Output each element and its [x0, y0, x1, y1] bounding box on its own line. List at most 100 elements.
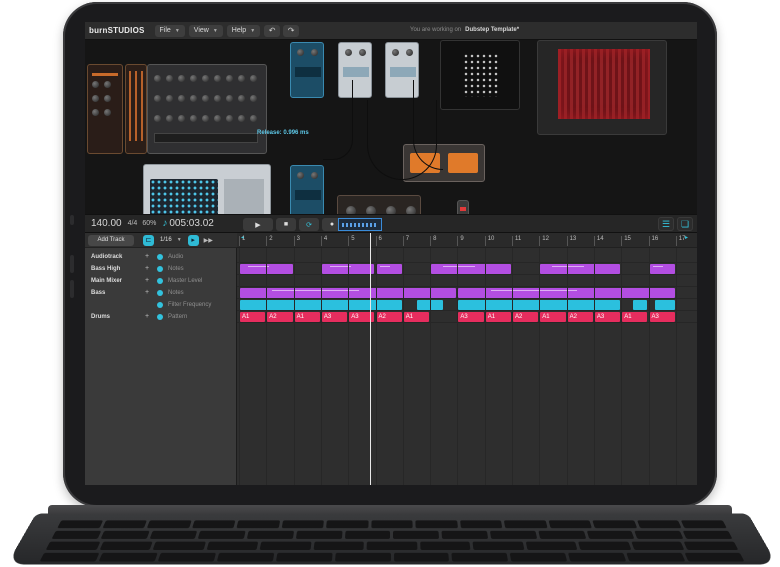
scroll-right-icon[interactable]: ▶▶ [204, 237, 213, 244]
lane-drums[interactable]: A1 A2 A1 A3 A3 A2 A1 A3 A1 A2 A1 A2 A3 A1 A3 [237, 311, 697, 323]
track-row-drums[interactable]: Drums + Pattern [85, 311, 237, 323]
quantize-control[interactable]: ⊏ 1/16 ▼ ▸ [143, 235, 199, 246]
time-display: ♪ 005:03.02 [162, 218, 214, 229]
bar-gridline [266, 248, 267, 485]
keyboard-key [52, 531, 102, 539]
track-row-bass-high[interactable]: Bass High + Notes [85, 263, 237, 275]
notes-clip[interactable] [431, 264, 511, 274]
bar-gridline [676, 248, 677, 485]
note-marker [380, 266, 390, 267]
automation-clip[interactable] [655, 300, 675, 310]
pattern-clip[interactable]: A3 [595, 312, 620, 322]
pattern-clip[interactable]: A2 [513, 312, 538, 322]
track-row-bass[interactable]: Bass + Notes [85, 287, 237, 299]
view-menu[interactable]: View ▼ [189, 25, 223, 37]
bar-number[interactable]: 5 [348, 236, 354, 246]
expand-icon[interactable]: + [143, 277, 151, 285]
expand-icon[interactable]: + [143, 289, 151, 297]
pattern-clip[interactable]: A1 [404, 312, 429, 322]
stop-button[interactable]: ■ [276, 218, 296, 231]
lane-bass-high[interactable] [237, 263, 697, 275]
notes-clip[interactable] [377, 264, 402, 274]
lane-filter[interactable] [237, 299, 697, 311]
stop-icon: ■ [284, 221, 288, 228]
bar-gridline [239, 248, 240, 485]
arrangement-view[interactable]: ◂ ▸ 1 2 3 4 5 6 7 8 9 10 11 12 13 14 15 16 17 A1 A2 A1 A3 A3… [237, 233, 697, 485]
record-icon: ● [330, 221, 334, 228]
pattern-clip[interactable]: A2 [377, 312, 402, 322]
pattern-clip[interactable]: A3 [650, 312, 675, 322]
synth-module[interactable] [125, 64, 147, 154]
bar-number[interactable]: 3 [294, 236, 300, 246]
pattern-clip[interactable]: A1 [622, 312, 647, 322]
file-menu[interactable]: File ▼ [155, 25, 185, 37]
bar-number[interactable]: 9 [457, 236, 463, 246]
pattern-clip[interactable]: A1 [295, 312, 320, 322]
notes-clip[interactable] [540, 264, 620, 274]
bar-number[interactable]: 10 [485, 236, 495, 246]
track-row-bass-filter[interactable]: + Filter Frequency [85, 299, 237, 311]
effect-pedal[interactable] [290, 42, 324, 98]
snap-icon[interactable]: ▸ [188, 235, 199, 246]
expand-icon[interactable]: + [143, 313, 151, 321]
loop-button[interactable]: ⟳ [299, 218, 319, 231]
notes-clip[interactable] [650, 264, 675, 274]
undo-button[interactable]: ↶ [264, 25, 280, 37]
automation-clip[interactable] [633, 300, 647, 310]
effect-pedal[interactable] [290, 165, 324, 214]
eq-module[interactable] [337, 195, 421, 214]
lane-bass-notes[interactable] [237, 287, 697, 299]
help-menu[interactable]: Help ▼ [227, 25, 260, 37]
play-button[interactable]: ▶ [243, 218, 273, 231]
add-track-button[interactable]: Add Track [88, 235, 134, 246]
tempo-display[interactable]: 140.00 [91, 218, 122, 229]
browser-button[interactable]: ❏ [677, 217, 693, 231]
lane-audiotrack[interactable] [237, 251, 697, 263]
bar-number[interactable]: 1 [239, 236, 245, 246]
pattern-clip[interactable]: A3 [458, 312, 483, 322]
fader-module[interactable] [457, 200, 469, 214]
pattern-clip[interactable]: A1 [240, 312, 265, 322]
pattern-clip[interactable]: A1 [486, 312, 511, 322]
time-signature[interactable]: 4/4 [128, 220, 138, 227]
bar-gridline [321, 248, 322, 485]
drum-machine[interactable] [143, 164, 271, 214]
bar-gridline [512, 248, 513, 485]
side-button [70, 215, 74, 225]
bar-number[interactable]: 11 [512, 236, 521, 246]
pattern-clip[interactable]: A2 [267, 312, 292, 322]
keyboard-key [296, 531, 342, 539]
keyboard-key [442, 531, 488, 539]
mixer-button[interactable]: ☰ [658, 217, 674, 231]
expand-icon[interactable]: + [143, 265, 151, 273]
pattern-clip[interactable]: A2 [568, 312, 593, 322]
track-lane-label: Notes [168, 290, 184, 296]
pattern-overview[interactable] [338, 218, 382, 231]
synth-module[interactable] [87, 64, 123, 154]
track-row-main-mixer[interactable]: Main Mixer + Master Level [85, 275, 237, 287]
keyboard-key [548, 520, 592, 528]
bar-number[interactable]: 2 [266, 236, 272, 246]
expand-icon[interactable]: + [143, 253, 151, 261]
key-row [52, 531, 733, 539]
track-row-audiotrack[interactable]: Audiotrack + Audio [85, 251, 237, 263]
pattern-clip[interactable]: A3 [322, 312, 347, 322]
bar-number[interactable]: 8 [430, 236, 436, 246]
bar-number[interactable]: 4 [321, 236, 327, 246]
synth-module[interactable] [147, 64, 267, 154]
bar-gridline [457, 248, 458, 485]
bar-number[interactable]: 7 [403, 236, 409, 246]
bar-number[interactable]: 12 [539, 236, 549, 246]
bar-number[interactable]: 13 [567, 236, 577, 246]
swing-amount[interactable]: 60% [142, 220, 156, 227]
redo-button[interactable]: ↷ [283, 25, 299, 37]
lane-main-mixer[interactable] [237, 275, 697, 287]
bar-number[interactable]: 16 [649, 236, 659, 246]
timeline-ruler[interactable]: ◂ ▸ 1 2 3 4 5 6 7 8 9 10 11 12 13 14 15 16 17 [237, 233, 697, 248]
bar-number[interactable]: 15 [621, 236, 631, 246]
playhead[interactable] [370, 233, 371, 485]
pattern-clip[interactable]: A1 [540, 312, 565, 322]
bar-number[interactable]: 6 [376, 236, 382, 246]
bar-number[interactable]: 14 [594, 236, 604, 246]
bar-number[interactable]: 17 [676, 236, 686, 246]
